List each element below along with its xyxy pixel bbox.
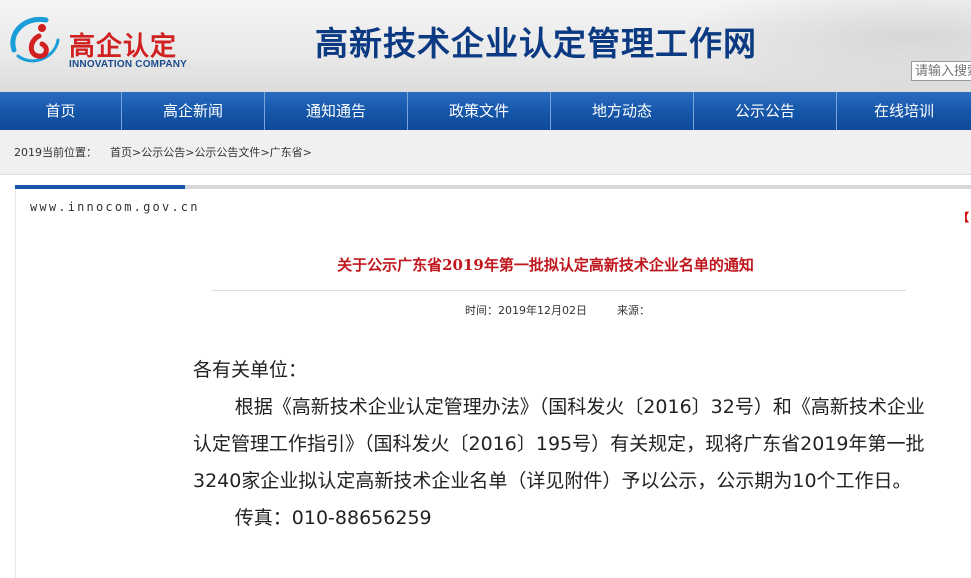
site-logo[interactable]: 高企认定 INNOVATION COMPANY — [6, 10, 191, 70]
nav-item-policy[interactable]: 政策文件 — [408, 92, 550, 130]
nav-item-notices[interactable]: 通知通告 — [265, 92, 407, 130]
search-input[interactable] — [911, 61, 971, 81]
logo-mark-icon — [10, 16, 60, 63]
breadcrumb-separator: > — [132, 146, 142, 159]
nav-item-announcements[interactable]: 公示公告 — [694, 92, 836, 130]
breadcrumb-separator: > — [302, 146, 312, 159]
breadcrumb-link-guangdong[interactable]: 广东省 — [270, 146, 303, 159]
salutation: 各有关单位： — [193, 359, 308, 381]
site-url: www.innocom.gov.cn — [30, 200, 200, 214]
site-title: 高新技术企业认定管理工作网 — [315, 24, 757, 63]
nav-item-news[interactable]: 高企新闻 — [122, 92, 264, 130]
site-header: 高企认定 INNOVATION COMPANY 高新技术企业认定管理工作网 — [0, 0, 971, 92]
content-top-accent — [15, 185, 185, 189]
paragraph: 根据《高新技术企业认定管理办法》（国科发火〔2016〕32号）和《高新技术企业认… — [193, 396, 925, 492]
fax-line: 传真：010-88656259 — [234, 507, 432, 529]
logo-text-en: INNOVATION COMPANY — [69, 59, 188, 70]
right-tag[interactable]: 【 — [958, 209, 969, 225]
nav-item-training[interactable]: 在线培训 — [837, 92, 971, 130]
content-left-border — [15, 189, 16, 578]
breadcrumb-separator: > — [260, 146, 270, 159]
breadcrumb-label: 当前位置： — [42, 146, 97, 159]
breadcrumb-bar: 2019当前位置： 首页>公示公告>公示公告文件>广东省> — [0, 130, 971, 175]
breadcrumb-link-announcement-files[interactable]: 公示公告文件 — [194, 146, 260, 159]
title-divider — [212, 290, 906, 291]
breadcrumb-link-announcements[interactable]: 公示公告 — [141, 146, 185, 159]
nav-item-local[interactable]: 地方动态 — [551, 92, 693, 130]
breadcrumb-year: 2019 — [14, 146, 42, 159]
logo-text-cn: 高企认定 — [69, 32, 178, 62]
time-label: 时间： — [465, 304, 498, 317]
breadcrumb: 2019当前位置： 首页>公示公告>公示公告文件>广东省> — [14, 144, 312, 160]
nav-item-home[interactable]: 首页 — [0, 92, 121, 130]
article-meta: 时间：2019年12月02日 来源： — [465, 302, 650, 318]
article-body: 各有关单位： 根据《高新技术企业认定管理办法》（国科发火〔2016〕32号）和《… — [193, 352, 933, 537]
article-title: 关于公示广东省2019年第一批拟认定高新技术企业名单的通知 — [337, 256, 754, 274]
breadcrumb-link-home[interactable]: 首页 — [110, 146, 132, 159]
main-nav: 首页 高企新闻 通知通告 政策文件 地方动态 公示公告 在线培训 — [0, 92, 971, 130]
time-value: 2019年12月02日 — [498, 304, 587, 317]
source-label: 来源： — [617, 304, 650, 317]
